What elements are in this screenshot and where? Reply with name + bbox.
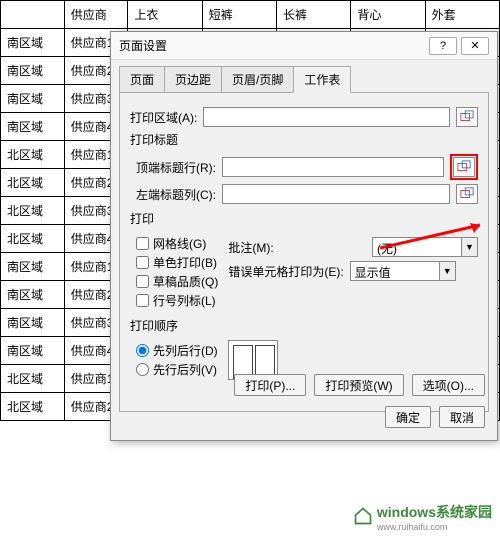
order-over-label: 先行后列(V) — [153, 361, 217, 378]
errors-dropdown-icon[interactable]: ▼ — [440, 261, 456, 281]
hdr-0[interactable] — [1, 1, 65, 29]
preview-button[interactable]: 打印预览(W) — [314, 374, 403, 396]
table-cell[interactable]: 南区域 — [1, 281, 65, 309]
tab-body: 打印区域(A): 打印标题 顶端标题行(R): 左端标题列(C): 打印 网格线… — [119, 92, 489, 412]
house-icon — [353, 506, 373, 529]
tab-margins[interactable]: 页边距 — [164, 66, 222, 93]
errors-label: 错误单元格打印为(E): — [228, 263, 343, 280]
gridlines-checkbox[interactable] — [136, 237, 149, 250]
ok-button[interactable]: 确定 — [385, 406, 431, 428]
watermark-sub: www.ruihaifu.com — [377, 522, 492, 532]
table-cell[interactable]: 北区域 — [1, 225, 65, 253]
rowcol-checkbox[interactable] — [136, 294, 149, 307]
table-cell[interactable]: 北区域 — [1, 393, 65, 421]
tab-header-footer[interactable]: 页眉/页脚 — [221, 66, 294, 93]
table-cell[interactable]: 南区域 — [1, 57, 65, 85]
top-rows-picker[interactable] — [453, 157, 475, 177]
header-row: 供应商 上衣 短裤 长裤 背心 外套 — [1, 1, 500, 29]
order-over-radio[interactable] — [136, 363, 149, 376]
comments-dropdown-icon[interactable]: ▼ — [462, 237, 478, 257]
order-down-radio[interactable] — [136, 344, 149, 357]
order-down-label: 先列后行(D) — [153, 342, 218, 359]
close-button[interactable]: ✕ — [461, 37, 489, 55]
print-button[interactable]: 打印(P)... — [234, 374, 306, 396]
watermark-main: windows系统家园 — [377, 504, 492, 520]
table-cell[interactable]: 南区域 — [1, 337, 65, 365]
dialog-title: 页面设置 — [119, 37, 425, 54]
hdr-4[interactable]: 长裤 — [277, 1, 351, 29]
titlebar: 页面设置 ? ✕ — [111, 32, 497, 60]
table-cell[interactable]: 北区域 — [1, 197, 65, 225]
print-section-label: 打印 — [130, 210, 478, 227]
hdr-6[interactable]: 外套 — [425, 1, 499, 29]
left-cols-input[interactable] — [222, 184, 450, 204]
tab-sheet[interactable]: 工作表 — [293, 66, 351, 93]
table-cell[interactable]: 北区域 — [1, 141, 65, 169]
left-cols-label: 左端标题列(C): — [136, 186, 216, 203]
hdr-5[interactable]: 背心 — [351, 1, 425, 29]
print-area-picker[interactable] — [456, 107, 478, 127]
print-area-input[interactable] — [203, 107, 450, 127]
order-label: 打印顺序 — [130, 317, 478, 334]
table-cell[interactable]: 南区域 — [1, 253, 65, 281]
left-cols-picker[interactable] — [456, 184, 478, 204]
draft-label: 草稿品质(Q) — [153, 273, 218, 290]
hdr-2[interactable]: 上衣 — [128, 1, 202, 29]
table-cell[interactable]: 南区域 — [1, 113, 65, 141]
page-setup-dialog: 页面设置 ? ✕ 页面 页边距 页眉/页脚 工作表 打印区域(A): 打印标题 … — [110, 31, 498, 441]
print-titles-label: 打印标题 — [130, 131, 478, 148]
bw-checkbox[interactable] — [136, 256, 149, 269]
comments-label: 批注(M): — [228, 239, 273, 256]
bw-label: 单色打印(B) — [153, 254, 217, 271]
draft-checkbox[interactable] — [136, 275, 149, 288]
hdr-1[interactable]: 供应商 — [64, 1, 128, 29]
top-rows-label: 顶端标题行(R): — [136, 159, 216, 176]
tab-strip: 页面 页边距 页眉/页脚 工作表 — [111, 60, 497, 93]
table-cell[interactable]: 南区域 — [1, 85, 65, 113]
rowcol-label: 行号列标(L) — [153, 292, 216, 309]
watermark: windows系统家园 www.ruihaifu.com — [353, 502, 492, 532]
gridlines-label: 网格线(G) — [153, 235, 206, 252]
top-rows-input[interactable] — [222, 157, 444, 177]
options-button[interactable]: 选项(O)... — [412, 374, 485, 396]
errors-combo[interactable]: 显示值 — [350, 261, 440, 281]
print-area-label: 打印区域(A): — [130, 109, 197, 126]
hdr-3[interactable]: 短裤 — [202, 1, 276, 29]
comments-combo[interactable]: (无) — [372, 237, 462, 257]
tab-page[interactable]: 页面 — [119, 66, 165, 93]
table-cell[interactable]: 南区域 — [1, 29, 65, 57]
table-cell[interactable]: 南区域 — [1, 309, 65, 337]
cancel-button[interactable]: 取消 — [439, 406, 485, 428]
table-cell[interactable]: 北区域 — [1, 169, 65, 197]
table-cell[interactable]: 北区域 — [1, 365, 65, 393]
help-button[interactable]: ? — [429, 37, 457, 55]
